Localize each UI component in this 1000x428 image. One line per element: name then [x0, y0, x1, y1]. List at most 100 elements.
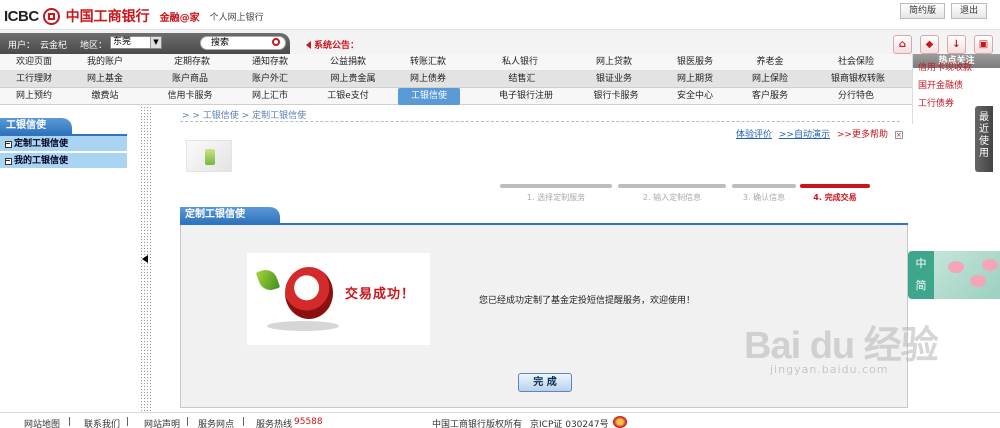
more-help-link[interactable]: >>更多帮助: [837, 130, 888, 140]
search-input[interactable]: 搜索: [200, 36, 286, 50]
baidu-watermark: Bai du 经验: [744, 325, 939, 367]
nav-item[interactable]: 网上保险: [740, 71, 800, 88]
header: ICBC 中国工商银行 金融@家 个人网上银行 简约版 退出: [0, 0, 1000, 30]
footer-icp[interactable]: 京ICP证 030247号: [530, 417, 609, 428]
panel-title: 定制工银信使: [180, 207, 280, 223]
cart-icon[interactable]: ◆: [920, 35, 939, 54]
nav-item[interactable]: 养老金: [740, 54, 800, 71]
collapse-left-icon[interactable]: [142, 255, 148, 263]
region-select[interactable]: 东莞 ▼: [110, 36, 162, 49]
nav-item[interactable]: 网上基金: [75, 71, 135, 88]
nav-item[interactable]: 工银e支付: [318, 88, 378, 105]
nav-item[interactable]: 我的账户: [75, 54, 135, 71]
recently-used-tab[interactable]: 最近使用: [975, 106, 993, 172]
footer-link-sitemap[interactable]: 网站地图: [24, 417, 60, 428]
nav-item[interactable]: 结售汇: [492, 71, 552, 88]
close-icon[interactable]: ×: [894, 131, 903, 139]
baidu-watermark-url: jingyan.baidu.com: [770, 363, 889, 376]
nav-row-1: 欢迎页面 我的账户 定期存款 通知存款 公益捐款 转账汇款 私人银行 网上贷款 …: [0, 54, 912, 71]
step-1: 1. 选择定制服务: [500, 184, 612, 204]
search-placeholder: 搜索: [211, 38, 230, 48]
flower-icon: [982, 259, 998, 271]
language-switch-widget[interactable]: 中 简: [908, 251, 1000, 299]
download-icon[interactable]: ↓: [947, 35, 966, 54]
user-name: 云金杞: [40, 41, 68, 51]
nav-item[interactable]: 银证业务: [584, 71, 644, 88]
logout-button[interactable]: 退出: [951, 3, 988, 19]
footer-hotline-label: 服务热线: [256, 420, 293, 428]
logo-sub-brand: 金融@家: [159, 12, 200, 24]
nav-item[interactable]: 安全中心: [665, 88, 725, 105]
done-button[interactable]: 完 成: [518, 373, 572, 392]
nav-item[interactable]: 银医服务: [665, 54, 725, 71]
region-select-value: 东莞: [113, 37, 132, 47]
nav-item[interactable]: 公益捐款: [318, 54, 378, 71]
footer-link-statement[interactable]: 网站声明: [144, 417, 180, 428]
nav-item[interactable]: 银行卡服务: [584, 88, 648, 105]
nav-item[interactable]: 电子银行注册: [486, 88, 566, 105]
hot-topic-item[interactable]: 信用卡现收款: [913, 59, 1000, 77]
nav-item[interactable]: 网上贵金属: [318, 71, 388, 88]
nav-item[interactable]: 网上期货: [665, 71, 725, 88]
lang-zh[interactable]: 中: [908, 253, 934, 275]
leaf-icon: [255, 266, 281, 294]
experience-review-link[interactable]: 体验评价: [736, 130, 772, 140]
nav-row-3: 网上预约 缴费站 信用卡服务 网上汇市 工银e支付 工银信使 电子银行注册 银行…: [0, 88, 912, 105]
sidebar: 工银信使 定制工银信使 我的工银信使: [0, 106, 140, 412]
sidebar-item-my-messenger[interactable]: 我的工银信使: [0, 153, 127, 169]
nav-item[interactable]: 欢迎页面: [0, 54, 68, 71]
nav-item-active[interactable]: 工银信使: [398, 88, 460, 105]
footer: 网站地图 | 联系我们 | 网站声明 | 服务网点 | 服务热线 95588 中…: [0, 412, 1000, 428]
footer-sep: |: [186, 417, 190, 427]
footer-link-branches[interactable]: 服务网点: [198, 417, 234, 428]
breadcrumb[interactable]: > > 工银信使 > 定制工银信使: [182, 108, 306, 121]
nav-item[interactable]: 账户商品: [160, 71, 220, 88]
nav-item[interactable]: 缴费站: [75, 88, 135, 105]
e-logo-shadow: [267, 321, 339, 331]
national-emblem-icon: [613, 416, 627, 428]
nav-item[interactable]: 信用卡服务: [158, 88, 222, 105]
nav-item[interactable]: 私人银行: [486, 54, 554, 71]
hot-topic-item[interactable]: 国开金融债: [913, 77, 1000, 95]
auto-demo-link[interactable]: >>自动演示: [779, 130, 830, 140]
service-card-icon: [186, 140, 232, 172]
nav-item[interactable]: 工行理财: [0, 71, 68, 88]
icbc-logo-icon: [42, 7, 60, 25]
user-bar: 用户： 云金杞 地区： 东莞 ▼ 搜索 系统公告：: [0, 30, 1000, 54]
nav-item[interactable]: 网上预约: [0, 88, 68, 105]
lang-simplified[interactable]: 简: [908, 275, 934, 297]
nav-item[interactable]: 网上汇市: [240, 88, 300, 105]
sidebar-item-customize-messenger[interactable]: 定制工银信使: [0, 136, 127, 152]
nav-item[interactable]: 银商银权转账: [822, 71, 894, 88]
nav-item[interactable]: 客户服务: [740, 88, 800, 105]
logo-text-en: ICBC: [4, 7, 39, 25]
chevron-down-icon[interactable]: ▼: [150, 37, 161, 48]
footer-sep: |: [242, 417, 246, 427]
flower-icon: [948, 261, 964, 273]
nav-item[interactable]: 网上贷款: [584, 54, 644, 71]
nav-item[interactable]: 社会保险: [826, 54, 886, 71]
nav-item[interactable]: 定期存款: [162, 54, 222, 71]
nav-item[interactable]: 网上债券: [398, 71, 458, 88]
system-notice[interactable]: 系统公告：: [306, 38, 359, 51]
footer-copyright: 中国工商银行版权所有: [432, 420, 523, 428]
footer-sep: |: [68, 417, 72, 427]
home-icon[interactable]: ⌂: [893, 35, 912, 54]
lock-icon[interactable]: ▣: [974, 35, 993, 54]
simplified-version-button[interactable]: 简约版: [900, 3, 946, 19]
nav-item[interactable]: 通知存款: [240, 54, 300, 71]
breadcrumb-divider: [180, 121, 900, 122]
icbc-logo[interactable]: ICBC 中国工商银行 金融@家 个人网上银行: [4, 6, 264, 26]
success-title: 交易成功！: [345, 287, 416, 302]
nav-item[interactable]: 账户外汇: [240, 71, 300, 88]
language-switch-labels: 中 简: [908, 251, 934, 299]
search-icon[interactable]: [272, 38, 280, 46]
step-4-current: 4. 完成交易: [800, 184, 870, 204]
nav-item[interactable]: 分行特色: [826, 88, 886, 105]
nav-row-2: 工行理财 网上基金 账户商品 账户外汇 网上贵金属 网上债券 结售汇 银证业务 …: [0, 71, 912, 88]
nav-item[interactable]: 转账汇款: [398, 54, 458, 71]
logo-sub-title: 个人网上银行: [209, 12, 264, 23]
step-3: 3. 确认信息: [732, 184, 796, 204]
footer-hotline: 95588: [294, 417, 323, 427]
footer-link-contact[interactable]: 联系我们: [84, 417, 120, 428]
